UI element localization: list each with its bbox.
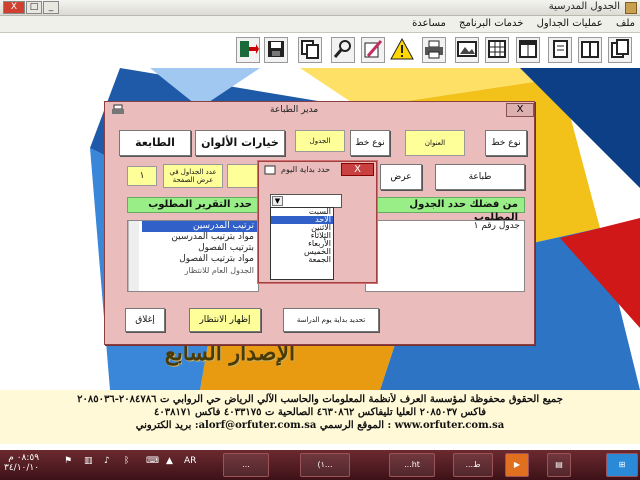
- search-icon[interactable]: [331, 37, 355, 63]
- general-schedule-item[interactable]: الجدول العام للانتظار: [142, 265, 258, 276]
- footer-line-3: بريد الكتروني :alorf@orfuter.com.sa المو…: [135, 420, 505, 431]
- footer-line-2: فاكس ٢٠٨٥٠٣٧ العليا تليفاكس ٤٦٣٠٨٦٢ الصا…: [153, 407, 487, 418]
- tables-per-page-value[interactable]: ١: [127, 166, 157, 186]
- start-button[interactable]: ⊞: [606, 453, 638, 477]
- show-button[interactable]: عرض: [380, 164, 422, 190]
- report-list-scrollbar[interactable]: [128, 221, 139, 291]
- list-item[interactable]: جدول رقم ١: [366, 221, 524, 232]
- popup-close-button[interactable]: X: [341, 163, 374, 176]
- dialog-close-button[interactable]: X: [506, 103, 534, 117]
- flag-icon[interactable]: ⚑: [64, 456, 72, 466]
- set-start-day-button[interactable]: تحديد بداية يوم الدراسة: [283, 308, 379, 332]
- chevron-down-icon[interactable]: ▼: [272, 196, 283, 206]
- explorer-icon[interactable]: ▤: [547, 453, 571, 477]
- pages-icon[interactable]: [608, 37, 632, 63]
- task-browser[interactable]: ...ht: [389, 453, 435, 477]
- grid-icon[interactable]: [485, 37, 509, 63]
- title-bar: الجدول المدرسية X □ _: [0, 0, 640, 16]
- app-window: الجدول المدرسية X □ _ ملف عمليات الجداول…: [0, 0, 640, 450]
- task-app-1[interactable]: ...: [223, 453, 269, 477]
- maximize-button[interactable]: □: [26, 1, 42, 14]
- app-icon: [625, 2, 637, 14]
- close-button[interactable]: إغلاق: [125, 308, 165, 332]
- menu-bar: ملف عمليات الجداول خدمات البرنامج مساعدة: [0, 16, 640, 33]
- folders-icon[interactable]: [578, 37, 602, 63]
- table-select-bar: من فضلك حدد الجدول المطلوب: [365, 197, 525, 223]
- taskbar: ٠٨:٥٩ م ٣٤/١٠/١٠ ⚑ ▥ ♪ ᛒ ⌨ ▲ AR ... (١...…: [0, 450, 640, 480]
- clock-time: ٠٨:٥٩ م: [8, 453, 40, 463]
- clock[interactable]: ٠٨:٥٩ م ٣٤/١٠/١٠: [4, 453, 39, 473]
- list-item[interactable]: بترتيب الفصول: [142, 243, 258, 254]
- bluetooth-icon[interactable]: ᛒ: [124, 456, 129, 466]
- task-label: ...: [242, 460, 250, 469]
- day-dropdown-list[interactable]: السبت الأحد الاثنين الثلاثاء الأربعاء ال…: [270, 207, 334, 280]
- keyboard-icon[interactable]: ⌨: [146, 456, 159, 466]
- print-button[interactable]: طباعة: [435, 164, 525, 190]
- media-player-icon[interactable]: ▶: [505, 453, 529, 477]
- list-item[interactable]: مواد بترتيب الفصول: [142, 254, 258, 265]
- close-window-button[interactable]: X: [3, 1, 25, 14]
- tray-expand-icon[interactable]: ▲: [166, 456, 173, 466]
- edit-icon[interactable]: [361, 37, 385, 63]
- dialog-title: مدير الطباعة: [270, 105, 319, 115]
- report-list[interactable]: ترتيب المدرسين مواد بترتيب المدرسين بترت…: [127, 220, 259, 292]
- report-select-bar: حدد التقرير المطلوب: [127, 197, 259, 213]
- photo-icon[interactable]: [455, 37, 479, 63]
- task-app-2[interactable]: (١...: [300, 453, 350, 477]
- dialog-title-bar: مدير الطباعة X: [105, 102, 534, 119]
- copyright-footer: جميع الحقوق محفوظة لمؤسسة العرف لأنظمة ا…: [0, 390, 640, 444]
- popup-title-bar: حدد بداية اليوم X: [259, 162, 376, 178]
- copy-icon[interactable]: [298, 37, 322, 63]
- printer-icon: [112, 104, 124, 114]
- language-indicator[interactable]: AR: [184, 456, 196, 466]
- color-options-button[interactable]: خيارات الألوان: [195, 130, 285, 156]
- window-icon: [264, 165, 276, 175]
- minimize-button[interactable]: _: [43, 1, 59, 14]
- table-icon[interactable]: [516, 37, 540, 63]
- popup-title: حدد بداية اليوم: [281, 165, 331, 174]
- warning-icon[interactable]: [390, 37, 414, 63]
- show-waiting-button[interactable]: إظهار الانتظار: [189, 308, 261, 332]
- task-label: ...ط: [465, 460, 481, 469]
- window-title: الجدول المدرسية: [548, 1, 620, 12]
- clock-date: ٣٤/١٠/١٠: [4, 463, 40, 473]
- tables-per-page-label: عدد الجداول في عرض الصفحة: [163, 164, 223, 188]
- menu-table-operations[interactable]: عمليات الجداول: [532, 16, 608, 31]
- toolbar: [0, 34, 640, 68]
- exit-icon[interactable]: [236, 37, 260, 63]
- menu-file[interactable]: ملف: [611, 16, 640, 31]
- network-icon[interactable]: ▥: [84, 456, 93, 466]
- volume-icon[interactable]: ♪: [104, 456, 110, 466]
- title-font-type-button[interactable]: نوع خط: [485, 130, 527, 156]
- footer-line-1: جميع الحقوق محفوظة لمؤسسة العرف لأنظمة ا…: [77, 394, 563, 405]
- table-font-type-button[interactable]: نوع خط: [350, 130, 390, 156]
- task-app-3[interactable]: ...ط: [453, 453, 493, 477]
- title-label: العنوان: [405, 130, 465, 156]
- day-option[interactable]: الجمعة: [271, 256, 333, 264]
- printer-icon[interactable]: [422, 37, 446, 63]
- list-item[interactable]: ترتيب المدرسين: [142, 221, 258, 232]
- printer-button[interactable]: الطابعة: [119, 130, 191, 156]
- save-icon[interactable]: [264, 37, 288, 63]
- task-label: ...ht: [404, 460, 420, 469]
- menu-help[interactable]: مساعدة: [407, 16, 451, 31]
- table-label: الجدول: [295, 130, 345, 152]
- notes-icon[interactable]: [548, 37, 572, 63]
- list-item[interactable]: مواد بترتيب المدرسين: [142, 232, 258, 243]
- tables-list[interactable]: جدول رقم ١: [365, 220, 525, 292]
- start-day-combo[interactable]: ▼: [270, 194, 342, 208]
- task-label: (١...: [317, 460, 333, 469]
- menu-program-services[interactable]: خدمات البرنامج: [454, 16, 528, 31]
